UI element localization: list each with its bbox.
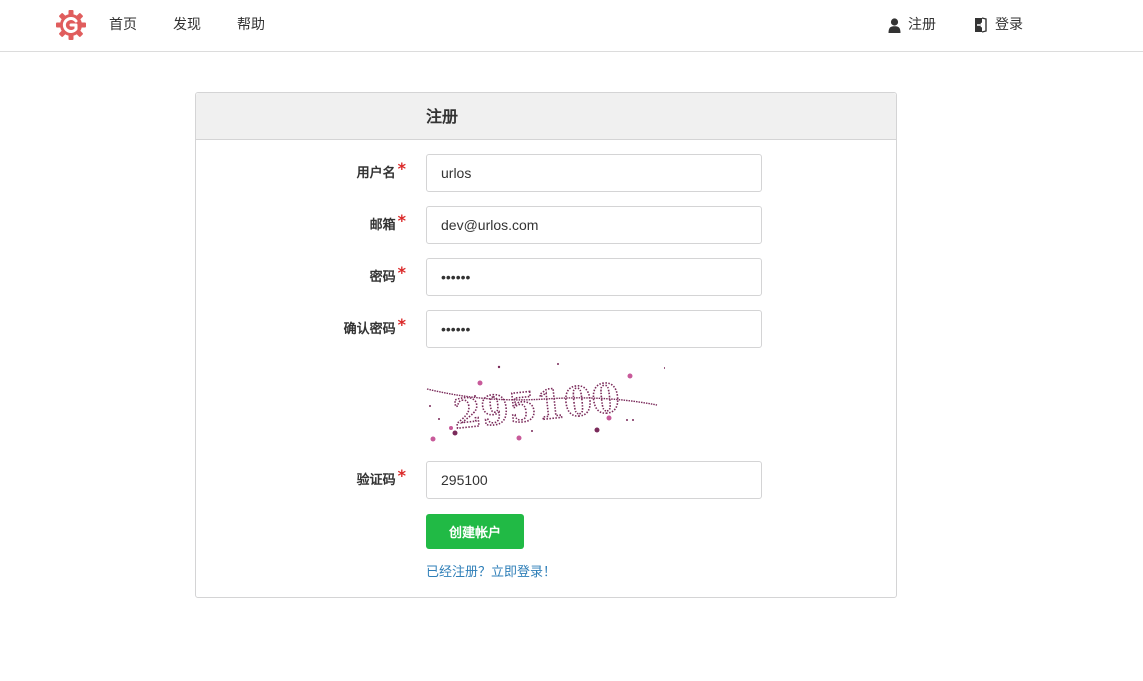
email-input[interactable]	[426, 206, 762, 244]
required-mark: *	[397, 466, 406, 485]
captcha-input[interactable]	[426, 461, 762, 499]
nav-help-link[interactable]: 帮助	[237, 17, 265, 33]
password-label: 密码 *	[196, 265, 406, 286]
password-input[interactable]	[426, 258, 762, 296]
username-input[interactable]	[426, 154, 762, 192]
panel-title: 注册	[426, 107, 459, 126]
nav-register-link[interactable]: 注册	[888, 17, 936, 33]
nav-login-label: 登录	[995, 17, 1023, 33]
required-mark: *	[397, 263, 406, 282]
nav-register-label: 注册	[908, 17, 936, 33]
required-mark: *	[397, 315, 406, 334]
login-link[interactable]: 已经注册？立即登录！	[426, 565, 556, 581]
sign-in-icon	[975, 17, 987, 33]
nav-home-link[interactable]: 首页	[109, 17, 137, 33]
captcha-image[interactable]: 295100	[425, 361, 665, 445]
confirm-password-label-text: 确认密码	[343, 322, 396, 337]
panel-header: 注册	[196, 93, 896, 140]
captcha-label: 验证码 *	[196, 468, 406, 489]
email-label-text: 邮箱	[369, 218, 396, 233]
top-navbar: 首页 发现 帮助 注册 登录	[0, 0, 1143, 52]
nav-explore-link[interactable]: 发现	[173, 17, 201, 33]
required-mark: *	[397, 211, 406, 230]
confirm-password-input[interactable]	[426, 310, 762, 348]
logo-icon[interactable]	[55, 9, 87, 41]
required-mark: *	[397, 159, 406, 178]
email-label: 邮箱 *	[196, 213, 406, 234]
username-label-text: 用户名	[356, 166, 396, 181]
username-label: 用户名 *	[196, 161, 406, 182]
confirm-password-label: 确认密码 *	[196, 317, 406, 338]
user-icon	[888, 17, 901, 33]
password-label-text: 密码	[369, 270, 396, 285]
nav-login-link[interactable]: 登录	[974, 17, 1023, 33]
create-account-button[interactable]: 创建帐户	[426, 514, 524, 549]
captcha-label-text: 验证码	[356, 473, 396, 488]
register-panel: 注册 用户名* 邮箱* 密码* 确认密码*	[195, 92, 897, 598]
